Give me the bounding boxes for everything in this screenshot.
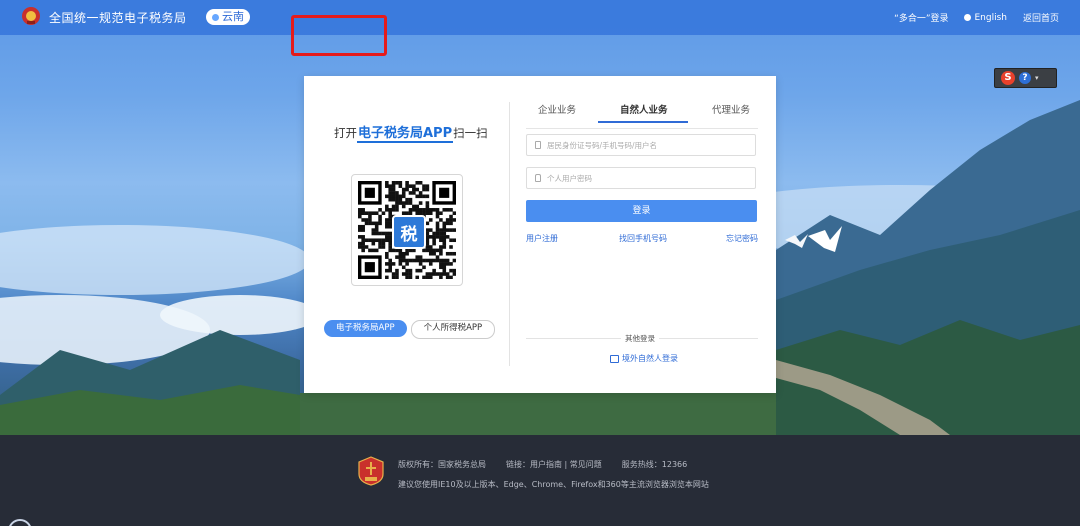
account-placeholder: 居民身份证号码/手机号码/用户名: [547, 141, 658, 150]
header-links: “多合一”登录 English 返回首页: [894, 11, 1059, 25]
tax-emblem-icon[interactable]: [21, 6, 41, 26]
forgot-password-link[interactable]: 忘记密码: [726, 233, 758, 244]
tab-natural-person[interactable]: 自然人业务: [620, 102, 668, 116]
etax-app-button[interactable]: 电子税务局APP: [324, 320, 407, 337]
login-tabs: 企业业务 自然人业务 代理业务: [526, 102, 758, 129]
qr-title-suffix: 扫一扫: [453, 126, 488, 140]
caret-down-icon[interactable]: ▾: [1035, 74, 1039, 82]
floating-toolbar-widget[interactable]: S ? ▾: [994, 68, 1057, 88]
tab-enterprise[interactable]: 企业业务: [538, 102, 576, 116]
app-switcher: 电子税务局APP 个人所得税APP: [324, 320, 496, 339]
other-login-label: 其他登录: [621, 333, 659, 344]
footer-hotline: 服务热线：12366: [621, 460, 688, 469]
english-link[interactable]: English: [964, 11, 1007, 24]
vertical-divider: [509, 102, 510, 366]
top-header: 全国统一规范电子税务局 云南 “多合一”登录 English 返回首页: [0, 0, 1080, 35]
lock-icon: [535, 174, 541, 182]
overseas-login-link[interactable]: 境外自然人登录: [610, 353, 678, 364]
footer-copyright: 版权所有：国家税务总局: [398, 460, 486, 469]
login-card: 打开电子税务局APP扫一扫 税 电子税务局APP 个人所得税APP 企业业务 自…: [304, 76, 776, 393]
qr-title: 打开电子税务局APP扫一扫: [334, 122, 488, 143]
globe-icon: [964, 14, 972, 21]
tab-agent[interactable]: 代理业务: [712, 102, 750, 116]
iit-app-button[interactable]: 个人所得税APP: [410, 320, 496, 339]
footer-browser-note: 建议您使用IE10及以上版本、Edge、Chrome、Firefox和360等主…: [398, 480, 709, 489]
help-icon[interactable]: ?: [1019, 72, 1031, 84]
multi-login-link[interactable]: “多合一”登录: [894, 11, 948, 24]
register-link[interactable]: 用户注册: [526, 233, 558, 244]
region-selector[interactable]: 云南: [206, 9, 250, 25]
tax-bureau-emblem-icon: [358, 456, 384, 486]
site-title[interactable]: 全国统一规范电子税务局: [49, 9, 187, 26]
password-input[interactable]: 个人用户密码: [526, 167, 756, 189]
footer: 版权所有：国家税务总局 链接：用户指南 | 常见问题 服务热线：12366 建议您使…: [0, 435, 1080, 526]
phone-icon: [535, 141, 541, 149]
login-links: 用户注册 找回手机号码 忘记密码: [526, 233, 758, 245]
qr-title-highlight: 电子税务局APP: [357, 126, 454, 143]
login-button[interactable]: 登录: [526, 200, 757, 222]
back-home-link[interactable]: 返回首页: [1023, 11, 1059, 24]
page: 全国统一规范电子税务局 云南 “多合一”登录 English 返回首页 S ? …: [0, 0, 1080, 526]
overseas-login-label: 境外自然人登录: [622, 354, 678, 363]
english-label: English: [974, 12, 1007, 23]
qr-code: 税: [351, 174, 463, 286]
footer-links[interactable]: 链接：用户指南 | 常见问题: [506, 460, 602, 469]
account-input[interactable]: 居民身份证号码/手机号码/用户名: [526, 134, 756, 156]
footer-info-row: 版权所有：国家税务总局 链接：用户指南 | 常见问题 服务热线：12366: [398, 459, 687, 470]
password-placeholder: 个人用户密码: [547, 174, 592, 183]
highlight-annotation-box: [291, 15, 387, 56]
location-pin-icon: [212, 13, 219, 21]
qr-title-prefix: 打开: [334, 126, 357, 140]
recover-phone-link[interactable]: 找回手机号码: [619, 233, 667, 244]
region-label: 云南: [222, 10, 244, 23]
id-card-icon: [610, 354, 619, 363]
sogou-s-icon[interactable]: S: [1001, 71, 1015, 85]
tax-app-logo-icon: 税: [392, 215, 426, 249]
active-tab-indicator: [598, 121, 688, 123]
